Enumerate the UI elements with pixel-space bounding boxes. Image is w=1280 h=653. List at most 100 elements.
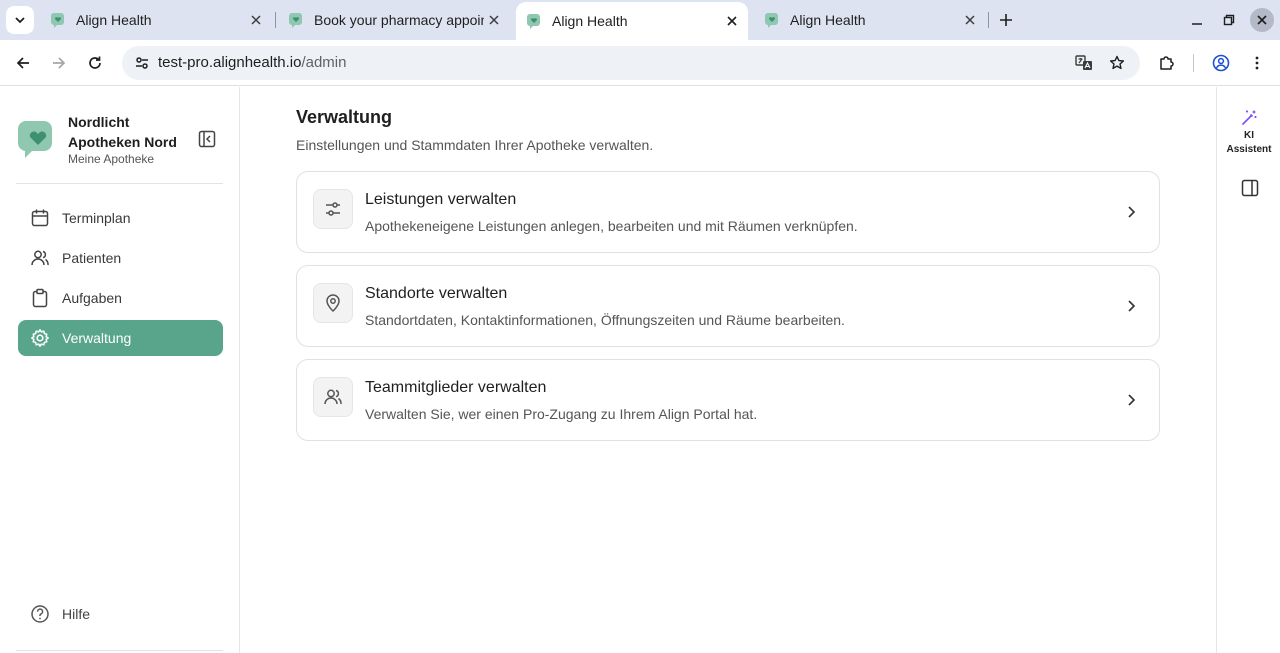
right-toolbar: KI Assistent: [1216, 87, 1280, 653]
toolbar-separator: [1193, 54, 1194, 72]
sliders-icon: [326, 202, 340, 216]
sidebar-item-label: Verwaltung: [62, 330, 132, 346]
url-host: test-pro.alignhealth.io: [158, 54, 302, 71]
sidebar-item-terminplan[interactable]: Terminplan: [18, 200, 223, 236]
tab-close-icon[interactable]: [246, 10, 266, 30]
toggle-panel-button[interactable]: [1239, 177, 1261, 199]
chevron-down-icon: [15, 17, 25, 24]
main-content: Verwaltung Einstellungen und Stammdaten …: [240, 87, 1216, 653]
tab-title: Align Health: [790, 12, 866, 28]
ai-label-line2: Assistent: [1226, 144, 1272, 155]
card-icon-box: [313, 189, 353, 229]
align-health-favicon-icon: [51, 13, 64, 28]
users-icon: [31, 250, 49, 266]
sidebar-item-label: Aufgaben: [62, 290, 122, 306]
page-subtitle: Einstellungen und Stammdaten Ihrer Apoth…: [296, 137, 654, 153]
org-subtitle: Meine Apotheke: [68, 152, 155, 166]
calendar-icon: [31, 209, 49, 227]
tab-separator: [988, 12, 989, 28]
browser-toolbar: test-pro.alignhealth.io/admin: [0, 40, 1280, 86]
window-close-button[interactable]: [1250, 8, 1274, 32]
card-description: Verwalten Sie, wer einen Pro-Zugang zu I…: [365, 406, 758, 422]
ai-label-line1: KI: [1243, 130, 1254, 141]
sidebar-divider: [16, 183, 223, 184]
help-circle-icon: [31, 605, 49, 623]
address-bar[interactable]: test-pro.alignhealth.io/admin: [122, 46, 1140, 80]
profile-icon: [1212, 54, 1230, 72]
clipboard-icon: [32, 288, 48, 308]
more-vertical-icon: [1255, 56, 1259, 70]
sidebar: Nordlicht Apotheken Nord Meine Apotheke …: [0, 87, 240, 653]
sidebar-item-label: Patienten: [62, 250, 122, 266]
align-health-favicon-icon: [527, 14, 540, 29]
restore-button[interactable]: [1217, 8, 1241, 32]
card-title: Teammitglieder verwalten: [365, 379, 547, 396]
puzzle-icon: [1160, 56, 1174, 70]
org-name: Nordlicht Apotheken Nord: [68, 114, 177, 150]
forward-button[interactable]: [47, 51, 71, 75]
reload-button[interactable]: [83, 51, 107, 75]
bookmark-button[interactable]: [1105, 51, 1129, 75]
align-health-favicon-icon: [765, 13, 778, 28]
page-title: Verwaltung: [296, 107, 393, 127]
plus-icon: [1000, 14, 1012, 26]
card-title: Leistungen verwalten: [365, 191, 517, 208]
profile-button[interactable]: [1209, 51, 1233, 75]
browser-tab[interactable]: Book your pharmacy appointment: [278, 4, 510, 36]
url-path: /admin: [301, 54, 347, 71]
sidebar-item-hilfe[interactable]: Hilfe: [18, 596, 223, 632]
card-standorte[interactable]: Standorte verwalten Standortdaten, Konta…: [296, 265, 1160, 347]
browser-menu-button[interactable]: [1245, 51, 1269, 75]
tab-close-icon[interactable]: [484, 10, 504, 30]
star-icon: [1109, 55, 1125, 70]
sidebar-divider: [16, 650, 223, 651]
ai-assistant-button[interactable]: KI Assistent: [1217, 109, 1280, 157]
card-description: Standortdaten, Kontaktinformationen, Öff…: [365, 312, 845, 328]
card-teammitglieder[interactable]: Teammitglieder verwalten Verwalten Sie, …: [296, 359, 1160, 441]
sidebar-item-patienten[interactable]: Patienten: [18, 240, 223, 276]
browser-tab[interactable]: Align Health: [40, 4, 272, 36]
card-leistungen[interactable]: Leistungen verwalten Apothekeneigene Lei…: [296, 171, 1160, 253]
map-pin-icon: [326, 294, 340, 313]
align-health-logo-icon: [18, 121, 52, 158]
minimize-icon: [1192, 23, 1202, 25]
chevron-right-icon: [1121, 390, 1141, 410]
tab-close-icon[interactable]: [960, 10, 980, 30]
close-icon: [1257, 15, 1267, 25]
ai-assistant-label: KI Assistent: [1226, 129, 1271, 157]
sidebar-item-verwaltung[interactable]: Verwaltung: [18, 320, 223, 356]
card-icon-box: [313, 377, 353, 417]
site-info-button[interactable]: [130, 51, 154, 75]
card-description: Apothekeneigene Leistungen anlegen, bear…: [365, 218, 858, 234]
back-button[interactable]: [11, 51, 35, 75]
sidebar-item-aufgaben[interactable]: Aufgaben: [18, 280, 223, 316]
card-title: Standorte verwalten: [365, 285, 508, 302]
chevron-right-icon: [1121, 202, 1141, 222]
browser-tab-active[interactable]: Align Health: [516, 2, 748, 40]
app-root: Nordlicht Apotheken Nord Meine Apotheke …: [0, 87, 1280, 653]
arrow-right-icon: [53, 57, 66, 69]
team-icon: [324, 389, 342, 405]
extensions-button[interactable]: [1155, 51, 1179, 75]
panel-right-icon: [1241, 179, 1259, 197]
translate-button[interactable]: [1072, 51, 1096, 75]
tab-search-button[interactable]: [6, 6, 34, 34]
browser-tab[interactable]: Align Health: [754, 4, 986, 36]
translate-icon: [1075, 55, 1092, 70]
tab-title: Align Health: [76, 12, 152, 28]
sidebar-collapse-icon: [198, 130, 216, 148]
new-tab-button[interactable]: [994, 8, 1018, 32]
chevron-right-icon: [1121, 296, 1141, 316]
card-icon-box: [313, 283, 353, 323]
collapse-sidebar-button[interactable]: [196, 128, 218, 150]
tab-separator: [275, 12, 276, 28]
tab-title: Align Health: [552, 13, 628, 29]
gear-icon: [31, 329, 49, 347]
tab-title: Book your pharmacy appointment: [314, 12, 484, 28]
address-url[interactable]: test-pro.alignhealth.io/admin: [158, 54, 346, 71]
align-health-favicon-icon: [289, 13, 302, 28]
tab-close-icon[interactable]: [722, 11, 742, 31]
magic-wand-icon: [1241, 110, 1257, 126]
sidebar-item-label: Terminplan: [62, 210, 131, 226]
minimize-button[interactable]: [1185, 8, 1209, 32]
